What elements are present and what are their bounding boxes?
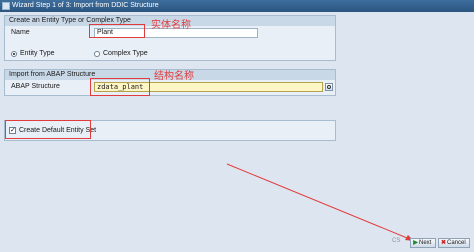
cancel-button-label: Cancel bbox=[447, 240, 466, 246]
annotation-arrow bbox=[226, 163, 414, 241]
cancel-button[interactable]: ✖Cancel bbox=[438, 238, 470, 248]
cancel-x-icon: ✖ bbox=[440, 240, 447, 246]
next-button[interactable]: ▶Next bbox=[410, 238, 436, 248]
next-arrow-icon: ▶ bbox=[413, 240, 418, 246]
next-button-label: Next bbox=[419, 240, 432, 246]
watermark-text: CS bbox=[392, 238, 401, 244]
